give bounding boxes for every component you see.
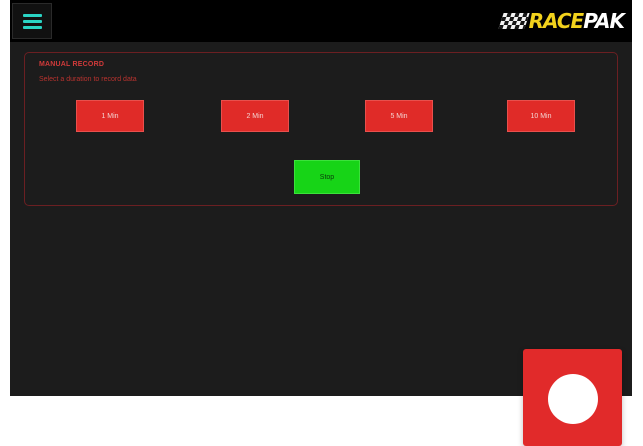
record-5-min-button[interactable]: 5 Min <box>365 100 433 132</box>
record-1-min-button[interactable]: 1 Min <box>76 100 144 132</box>
checkered-flag-icon <box>497 13 530 29</box>
hamburger-menu-icon-bar-3 <box>23 26 42 29</box>
record-10-min-button[interactable]: 10 Min <box>507 100 575 132</box>
logo-text: RACEPAK <box>528 9 625 33</box>
hamburger-menu-icon <box>23 14 42 17</box>
panel-title: MANUAL RECORD <box>39 61 105 68</box>
stop-button[interactable]: Stop <box>294 160 360 194</box>
record-button[interactable] <box>523 349 622 446</box>
menu-button[interactable] <box>12 3 52 39</box>
hamburger-menu-icon-bar-2 <box>23 20 42 23</box>
top-bar: RACEPAK <box>10 0 632 42</box>
panel-description: Select a duration to record data <box>39 76 137 83</box>
racepak-logo: RACEPAK <box>497 8 625 34</box>
manual-record-panel: MANUAL RECORD Select a duration to recor… <box>24 52 618 206</box>
app-screen: RACEPAK MANUAL RECORD Select a duration … <box>10 0 632 396</box>
record-icon <box>548 374 598 424</box>
record-2-min-button[interactable]: 2 Min <box>221 100 289 132</box>
